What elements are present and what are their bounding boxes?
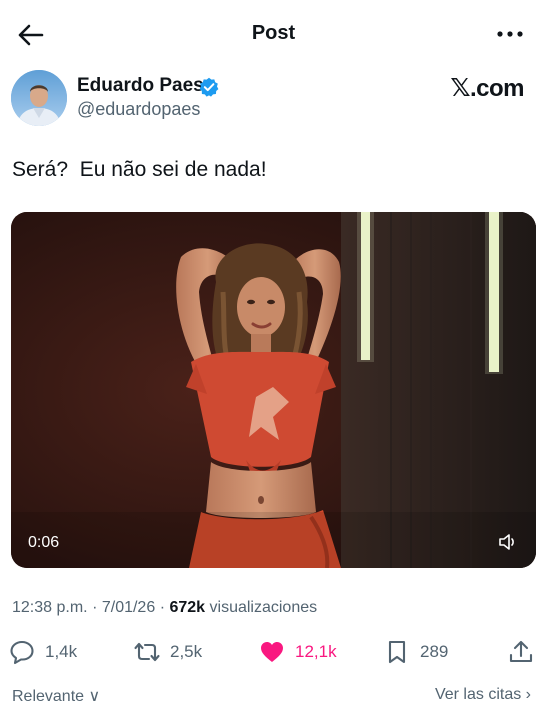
repost-count: 2,5k	[170, 642, 203, 661]
speaker-icon	[499, 534, 514, 550]
repost-icon	[134, 642, 160, 662]
post-date[interactable]: 7/01/26	[102, 599, 155, 616]
more-options-button[interactable]	[495, 22, 525, 46]
video-player[interactable]: 0:06	[11, 212, 536, 568]
repost-button[interactable]: 2,5k	[134, 634, 202, 670]
tweet-text: Será? Eu não sei de nada!	[12, 158, 267, 181]
views-label: visualizaciones	[209, 599, 318, 616]
page-title: Post	[251, 22, 296, 44]
sort-dropdown[interactable]: Relevante ∨	[12, 686, 100, 706]
bookmark-icon	[388, 640, 406, 664]
share-icon	[509, 640, 533, 663]
more-horizontal-icon	[497, 31, 523, 37]
bookmark-count: 289	[420, 642, 449, 661]
author-avatar[interactable]	[11, 70, 67, 126]
reply-icon	[10, 640, 34, 665]
views-count: 672k	[169, 599, 206, 616]
source-label: 𝕏.com	[450, 73, 524, 103]
like-count: 12,1k	[295, 642, 337, 661]
top-bar: Post	[0, 0, 547, 68]
like-button[interactable]: 12,1k	[259, 634, 337, 670]
bookmark-button[interactable]: 289	[384, 634, 448, 670]
share-button[interactable]	[508, 634, 534, 670]
meta-separator: ·	[159, 599, 166, 616]
x-logo-icon: 𝕏	[450, 73, 470, 102]
author-name[interactable]: Eduardo Paes	[77, 75, 204, 97]
source-domain: .com	[469, 75, 525, 102]
post-time[interactable]: 12:38 p.m.	[12, 599, 88, 616]
video-timestamp: 0:06	[28, 534, 60, 551]
post-meta: 12:38 p.m. · 7/01/26 · 672k visualizacio…	[12, 599, 317, 617]
view-quotes-link[interactable]: Ver las citas ›	[435, 686, 531, 704]
reply-count: 1,4k	[45, 642, 78, 661]
action-bar: 1,4k 2,5k 12,1k 289	[0, 634, 547, 670]
author-handle[interactable]: @eduardopaes	[77, 99, 200, 120]
heart-filled-icon	[261, 642, 283, 662]
meta-separator: ·	[92, 599, 98, 616]
verified-badge-icon	[199, 77, 219, 97]
video-frame	[11, 212, 536, 568]
volume-button[interactable]	[498, 533, 518, 551]
reply-button[interactable]: 1,4k	[9, 634, 77, 670]
